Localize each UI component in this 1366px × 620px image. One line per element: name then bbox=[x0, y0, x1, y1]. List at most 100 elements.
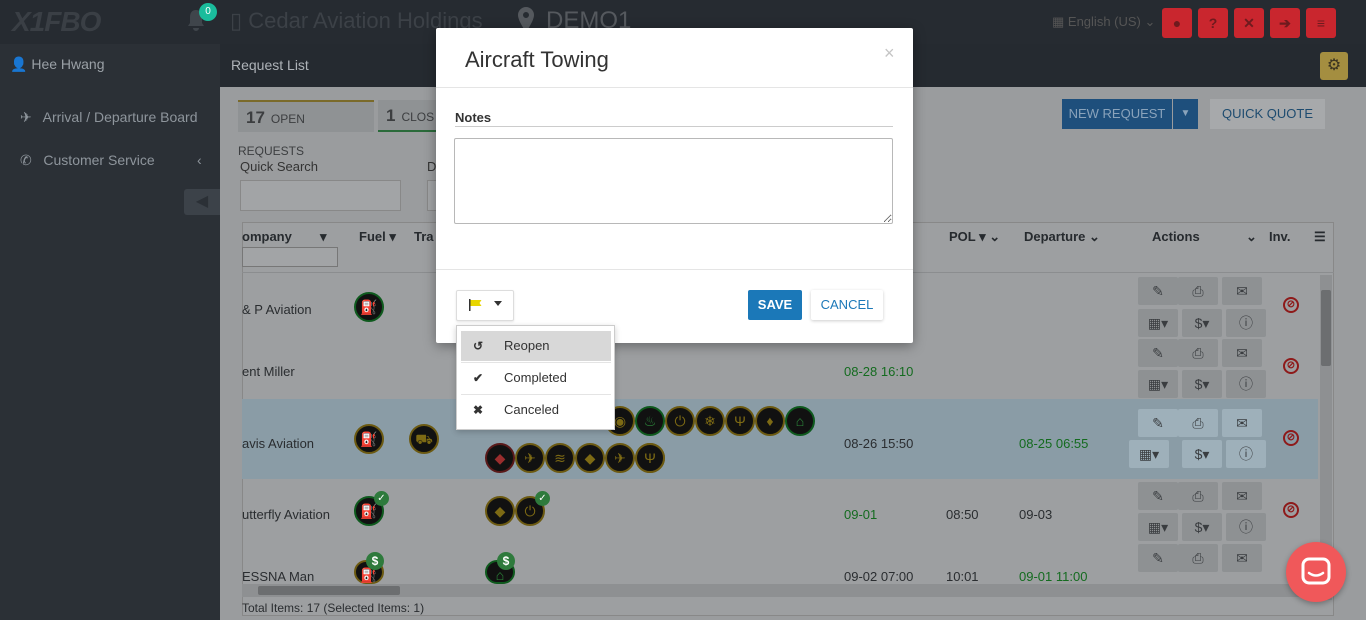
status-flag-dropdown[interactable] bbox=[456, 290, 514, 321]
print-icon: ⎙ bbox=[1192, 415, 1204, 431]
hangar-service-icon[interactable]: ✈ bbox=[515, 443, 545, 473]
edit-button[interactable]: ✎ bbox=[1138, 409, 1178, 437]
row-company[interactable]: ent Miller bbox=[242, 364, 295, 379]
billing-button[interactable]: $▾ bbox=[1182, 440, 1222, 468]
void-icon[interactable]: ⊘ bbox=[1283, 358, 1299, 374]
chevron-down-icon[interactable]: ⌄ bbox=[1246, 229, 1257, 245]
print-button[interactable]: ⎙ bbox=[1178, 482, 1218, 510]
edit-button[interactable]: ✎ bbox=[1138, 482, 1178, 510]
print-button[interactable]: ⎙ bbox=[1178, 409, 1218, 437]
edit-button[interactable]: ✎ bbox=[1138, 277, 1178, 305]
language-selector[interactable]: ▦ English (US) ⌄ bbox=[1052, 14, 1155, 30]
quick-search-input[interactable] bbox=[240, 180, 401, 211]
new-request-dropdown[interactable]: ▼ bbox=[1173, 99, 1198, 129]
tab-closed-requests[interactable]: 1 CLOS bbox=[378, 100, 438, 132]
cancel-button[interactable]: CANCEL bbox=[811, 290, 883, 320]
menu-item-completed[interactable]: ✔ Completed bbox=[461, 363, 611, 393]
app-logo[interactable]: X1FBO bbox=[12, 6, 101, 38]
x-circle-icon: ✖ bbox=[473, 403, 484, 417]
pencil-icon: ✎ bbox=[1152, 283, 1164, 299]
print-button[interactable]: ⎙ bbox=[1178, 277, 1218, 305]
menu-button[interactable]: ≡ bbox=[1306, 8, 1336, 38]
settings-button[interactable]: ⚙ bbox=[1320, 52, 1348, 80]
transport-service-icon[interactable]: ⛟ bbox=[409, 424, 439, 454]
close-icon[interactable]: × bbox=[884, 43, 895, 64]
billing-button[interactable]: $▾ bbox=[1182, 370, 1222, 398]
sidebar-collapse-button[interactable]: ◀ bbox=[184, 189, 220, 215]
void-icon[interactable]: ⊘ bbox=[1283, 297, 1299, 313]
gpu-service-icon[interactable]: ⌂ bbox=[785, 406, 815, 436]
edit-button[interactable]: ✎ bbox=[1138, 544, 1178, 572]
pencil-icon: ✎ bbox=[1152, 488, 1164, 504]
oxygen-service-icon[interactable]: ♦ bbox=[755, 406, 785, 436]
info-button[interactable]: ⓘ bbox=[1226, 513, 1266, 541]
chat-launcher-button[interactable] bbox=[1286, 542, 1346, 602]
deice-service-icon[interactable]: ❄ bbox=[695, 406, 725, 436]
email-button[interactable]: ✉ bbox=[1222, 277, 1262, 305]
save-button[interactable]: SAVE bbox=[748, 290, 802, 320]
column-transport[interactable]: Tra bbox=[414, 229, 434, 244]
row-company[interactable]: & P Aviation bbox=[242, 302, 312, 317]
grid-menu-button[interactable]: ▦▾ bbox=[1138, 370, 1178, 398]
tab-open-requests[interactable]: 17 OPEN REQUESTS bbox=[238, 100, 374, 158]
vertical-scrollbar-thumb[interactable] bbox=[1321, 290, 1331, 366]
void-icon[interactable]: ⊘ bbox=[1283, 502, 1299, 518]
edit-button[interactable]: ✎ bbox=[1138, 339, 1178, 367]
column-pol[interactable]: POL ▾ ⌄ bbox=[949, 229, 1000, 245]
billing-button[interactable]: $▾ bbox=[1182, 309, 1222, 337]
info-button[interactable]: ⓘ bbox=[1226, 309, 1266, 337]
logout-button[interactable]: ➔ bbox=[1270, 8, 1300, 38]
column-company[interactable]: ompany bbox=[242, 229, 292, 244]
sidebar-item-customer-service[interactable]: ✆ Customer Service ‹ bbox=[20, 152, 202, 169]
horizontal-scrollbar[interactable] bbox=[242, 584, 1318, 597]
oil-service-icon[interactable]: ◆ bbox=[485, 443, 515, 473]
menu-item-canceled[interactable]: ✖ Canceled bbox=[461, 395, 611, 425]
notes-textarea[interactable] bbox=[454, 138, 893, 224]
catering-service-icon[interactable]: Ψ bbox=[635, 443, 665, 473]
info-button[interactable]: ⓘ bbox=[1226, 370, 1266, 398]
grid-menu-button[interactable]: ▦▾ bbox=[1129, 440, 1169, 468]
fuel-service-icon[interactable]: ⛽ bbox=[354, 424, 384, 454]
email-button[interactable]: ✉ bbox=[1222, 544, 1262, 572]
column-fuel[interactable]: Fuel ▾ bbox=[359, 229, 396, 245]
print-button[interactable]: ⎙ bbox=[1178, 544, 1218, 572]
company-filter-input[interactable] bbox=[242, 247, 338, 267]
sidebar-item-arrival-departure[interactable]: ✈ Arrival / Departure Board bbox=[20, 109, 197, 126]
fullscreen-button[interactable]: ✕ bbox=[1234, 8, 1264, 38]
grid-icon: ▦▾ bbox=[1147, 315, 1169, 331]
row-company[interactable]: utterfly Aviation bbox=[242, 507, 330, 522]
oil-can-service-icon[interactable]: ◆ bbox=[575, 443, 605, 473]
email-button[interactable]: ✉ bbox=[1222, 339, 1262, 367]
billing-button[interactable]: $▾ bbox=[1182, 513, 1222, 541]
print-icon: ⎙ bbox=[1192, 283, 1204, 299]
catering-service-icon[interactable]: Ψ bbox=[725, 406, 755, 436]
quick-quote-button[interactable]: QUICK QUOTE bbox=[1210, 99, 1325, 129]
microphone-button[interactable]: ● bbox=[1162, 8, 1192, 38]
grid-menu-button[interactable]: ▦▾ bbox=[1138, 309, 1178, 337]
power-service-icon[interactable]: ⏻ bbox=[665, 406, 695, 436]
horizontal-scrollbar-thumb[interactable] bbox=[258, 586, 400, 595]
email-button[interactable]: ✉ bbox=[1222, 409, 1262, 437]
info-button[interactable]: ⓘ bbox=[1226, 440, 1266, 468]
fuel-service-icon[interactable]: ⛽ bbox=[354, 292, 384, 322]
oil-service-icon[interactable]: ◆ bbox=[485, 496, 515, 526]
new-request-button[interactable]: NEW REQUEST bbox=[1062, 99, 1172, 129]
sort-caret-icon[interactable]: ▾ bbox=[320, 229, 327, 245]
column-menu-icon[interactable]: ☰ bbox=[1314, 229, 1326, 245]
modal-header-divider bbox=[436, 87, 913, 88]
email-button[interactable]: ✉ bbox=[1222, 482, 1262, 510]
user-name[interactable]: 👤 Hee Hwang bbox=[10, 56, 104, 73]
help-button[interactable]: ? bbox=[1198, 8, 1228, 38]
void-icon[interactable]: ⊘ bbox=[1283, 430, 1299, 446]
row-company[interactable]: ESSNA Man bbox=[242, 569, 314, 584]
column-departure[interactable]: Departure ⌄ bbox=[1024, 229, 1100, 245]
row-company[interactable]: avis Aviation bbox=[242, 436, 314, 451]
wash-service-icon[interactable]: ≋ bbox=[545, 443, 575, 473]
print-button[interactable]: ⎙ bbox=[1178, 339, 1218, 367]
grid-menu-button[interactable]: ▦▾ bbox=[1138, 513, 1178, 541]
info-icon: ⓘ bbox=[1239, 376, 1253, 392]
tow-service-icon[interactable]: ✈ bbox=[605, 443, 635, 473]
lavatory-service-icon[interactable]: ♨ bbox=[635, 406, 665, 436]
print-icon: ⎙ bbox=[1192, 345, 1204, 361]
menu-item-reopen[interactable]: ↺ Reopen bbox=[461, 331, 611, 361]
